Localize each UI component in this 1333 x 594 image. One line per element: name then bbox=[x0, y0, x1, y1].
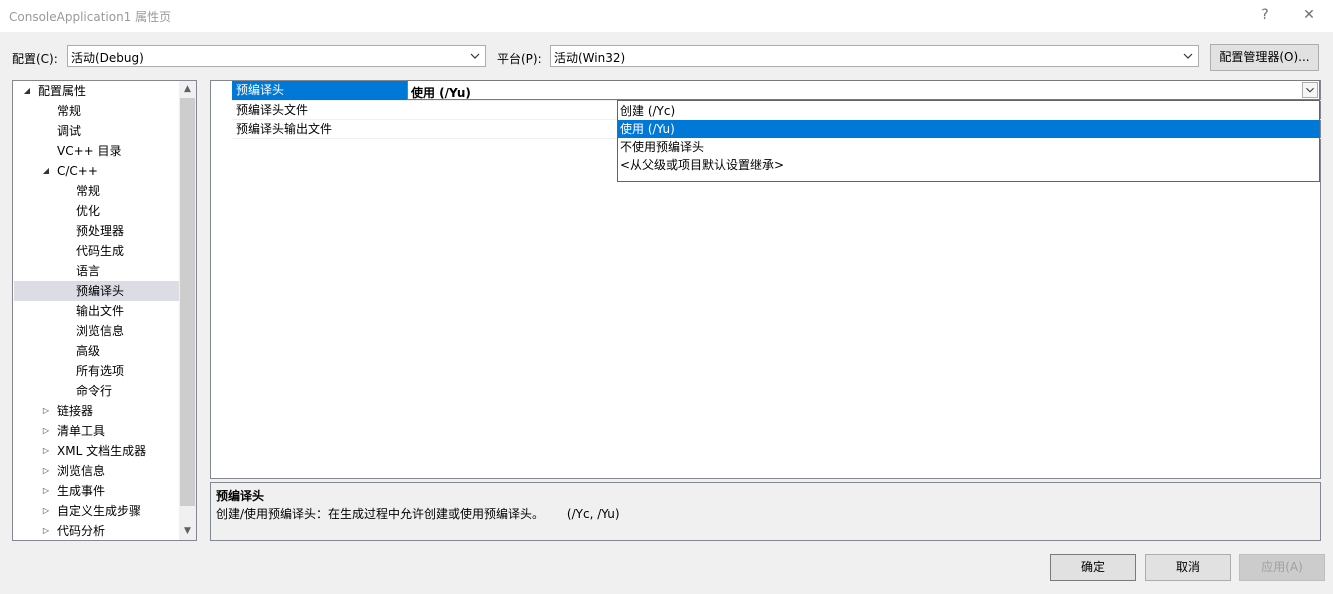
tree-item[interactable]: 预编译头 bbox=[14, 281, 179, 301]
tree-item[interactable]: ◢ C/C++ bbox=[14, 161, 179, 181]
tree-item-label: 配置属性 bbox=[38, 84, 87, 98]
config-value: 活动(Debug) bbox=[71, 51, 144, 65]
collapse-icon[interactable]: ◢ bbox=[41, 161, 51, 181]
cancel-button[interactable]: 取消 bbox=[1145, 554, 1231, 581]
tree-item[interactable]: VC++ 目录 bbox=[14, 141, 179, 161]
value-dropdown-list[interactable]: 创建 (/Yc) 使用 (/Yu) 不使用预编译头 <从父级或项目默认设置继承> bbox=[617, 100, 1320, 182]
chevron-down-icon bbox=[1183, 53, 1193, 59]
ok-button[interactable]: 确定 bbox=[1050, 554, 1136, 581]
tree-item[interactable]: ▷ 代码分析 bbox=[14, 521, 179, 540]
tree-item-label: 命令行 bbox=[76, 384, 113, 398]
tree-item-label: 浏览信息 bbox=[76, 324, 125, 338]
dropdown-option[interactable]: 使用 (/Yu) bbox=[618, 120, 1319, 138]
tree-item-label: 预编译头 bbox=[76, 284, 125, 298]
description-title: 预编译头 bbox=[216, 489, 265, 503]
expand-icon[interactable]: ▷ bbox=[41, 501, 51, 521]
help-button[interactable]: ? bbox=[1251, 4, 1279, 26]
property-value: 使用 (/Yu) bbox=[411, 86, 471, 100]
close-button[interactable]: ✕ bbox=[1295, 4, 1323, 26]
config-label: 配置(C): bbox=[12, 52, 58, 66]
tree-item-label: 清单工具 bbox=[57, 424, 106, 438]
tree-item[interactable]: ◢ 配置属性 bbox=[14, 81, 179, 101]
tree-item[interactable]: 常规 bbox=[14, 181, 179, 201]
description-text: 创建/使用预编译头：在生成过程中允许创建或使用预编译头。 (/Yc, /Yu) bbox=[216, 507, 620, 521]
tree-item-label: VC++ 目录 bbox=[57, 144, 122, 158]
tree-item-label: C/C++ bbox=[57, 164, 98, 178]
property-tree[interactable]: ◢ 配置属性 常规 调试 VC++ 目录 ◢ C/C++ 常规 优化 预处理器 代码生成 语言 预编译头… bbox=[12, 80, 197, 541]
tree-item[interactable]: 浏览信息 bbox=[14, 321, 179, 341]
tree-item[interactable]: ▷ 自定义生成步骤 bbox=[14, 501, 179, 521]
tree-item-label: XML 文档生成器 bbox=[57, 444, 147, 458]
tree-item[interactable]: 预处理器 bbox=[14, 221, 179, 241]
scroll-down-icon[interactable]: ▼ bbox=[179, 523, 196, 540]
dropdown-option[interactable]: 不使用预编译头 bbox=[618, 138, 1319, 156]
tree-item[interactable]: 常规 bbox=[14, 101, 179, 121]
tree-item[interactable]: ▷ 生成事件 bbox=[14, 481, 179, 501]
tree-item-label: 优化 bbox=[76, 204, 101, 218]
tree-item-label: 代码分析 bbox=[57, 524, 106, 538]
tree-item-label: 代码生成 bbox=[76, 244, 125, 258]
tree-item-label: 链接器 bbox=[57, 404, 94, 418]
platform-label: 平台(P): bbox=[497, 52, 542, 66]
tree-item-label: 所有选项 bbox=[76, 364, 125, 378]
property-name: 预编译头输出文件 bbox=[236, 122, 333, 136]
expand-icon[interactable]: ▷ bbox=[41, 401, 51, 421]
tree-item-label: 预处理器 bbox=[76, 224, 125, 238]
tree-item-label: 常规 bbox=[57, 104, 82, 118]
tree-item[interactable]: ▷ XML 文档生成器 bbox=[14, 441, 179, 461]
dropdown-option[interactable]: 创建 (/Yc) bbox=[618, 102, 1319, 120]
tree-item[interactable]: 代码生成 bbox=[14, 241, 179, 261]
config-manager-button[interactable]: 配置管理器(O)... bbox=[1210, 44, 1319, 71]
tree-item[interactable]: ▷ 清单工具 bbox=[14, 421, 179, 441]
expand-icon[interactable]: ▷ bbox=[41, 461, 51, 481]
platform-dropdown[interactable]: 活动(Win32) bbox=[550, 45, 1199, 67]
tree-item-label: 生成事件 bbox=[57, 484, 106, 498]
title-bar: ConsoleApplication1 属性页 ? ✕ bbox=[0, 0, 1333, 32]
tree-item-label: 自定义生成步骤 bbox=[57, 504, 142, 518]
scroll-up-icon[interactable]: ▲ bbox=[179, 81, 196, 98]
expand-icon[interactable]: ▷ bbox=[41, 421, 51, 441]
tree-item-label: 调试 bbox=[57, 124, 82, 138]
tree-item-label: 高级 bbox=[76, 344, 101, 358]
collapse-icon[interactable]: ◢ bbox=[22, 81, 32, 101]
window-title: ConsoleApplication1 属性页 bbox=[9, 10, 172, 24]
dropdown-option[interactable]: <从父级或项目默认设置继承> bbox=[618, 156, 1319, 174]
expand-icon[interactable]: ▷ bbox=[41, 481, 51, 501]
property-value-combo[interactable]: 使用 (/Yu) bbox=[407, 80, 1320, 100]
chevron-down-icon[interactable] bbox=[1302, 82, 1318, 98]
tree-item[interactable]: 优化 bbox=[14, 201, 179, 221]
chevron-down-icon bbox=[470, 53, 480, 59]
tree-item[interactable]: 高级 bbox=[14, 341, 179, 361]
apply-button[interactable]: 应用(A) bbox=[1239, 554, 1325, 581]
config-dropdown[interactable]: 活动(Debug) bbox=[67, 45, 486, 67]
tree-item[interactable]: ▷ 浏览信息 bbox=[14, 461, 179, 481]
tree-item[interactable]: 调试 bbox=[14, 121, 179, 141]
property-name: 预编译头文件 bbox=[236, 103, 309, 117]
tree-item-label: 语言 bbox=[76, 264, 101, 278]
expand-icon[interactable]: ▷ bbox=[41, 441, 51, 461]
scroll-thumb[interactable] bbox=[180, 98, 195, 506]
tree-item[interactable]: 所有选项 bbox=[14, 361, 179, 381]
platform-value: 活动(Win32) bbox=[554, 51, 626, 65]
tree-item[interactable]: 命令行 bbox=[14, 381, 179, 401]
tree-scrollbar[interactable]: ▲ ▼ bbox=[179, 81, 196, 540]
tree-item[interactable]: 输出文件 bbox=[14, 301, 179, 321]
tree-item-label: 输出文件 bbox=[76, 304, 125, 318]
tree-item-label: 常规 bbox=[76, 184, 101, 198]
description-panel: 预编译头 创建/使用预编译头：在生成过程中允许创建或使用预编译头。 (/Yc, … bbox=[210, 482, 1321, 541]
expand-icon[interactable]: ▷ bbox=[41, 521, 51, 540]
tree-item[interactable]: ▷ 链接器 bbox=[14, 401, 179, 421]
tree-item[interactable]: 语言 bbox=[14, 261, 179, 281]
tree-item-label: 浏览信息 bbox=[57, 464, 106, 478]
